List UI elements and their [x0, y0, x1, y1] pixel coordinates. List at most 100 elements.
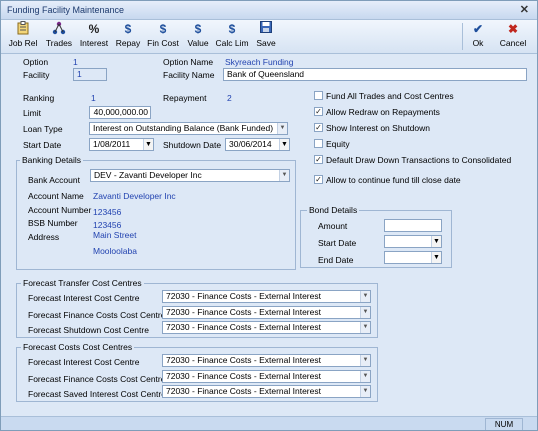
fc-finance-select[interactable]: 72030 - Finance Costs - External Interes… — [162, 370, 371, 383]
toolbar-separator — [462, 23, 463, 50]
start-date-picker[interactable]: 1/08/2011 ▼ — [89, 138, 154, 151]
repay-button[interactable]: $ Repay — [113, 21, 143, 52]
address-line2-value: Mooloolaba — [93, 246, 137, 256]
bond-end-date-label: End Date — [318, 255, 354, 265]
account-number-value: 123456 — [93, 207, 122, 217]
clipboard-icon — [5, 21, 41, 37]
facility-name-field[interactable]: Bank of Queensland — [223, 68, 527, 81]
fund-all-checkbox[interactable] — [314, 91, 323, 100]
ok-button[interactable]: ✔ Ok — [465, 21, 491, 52]
chevron-down-icon[interactable]: ▼ — [431, 252, 441, 263]
calc-lim-label: Calc Lim — [215, 38, 249, 48]
fc-interest-value: 72030 - Finance Costs - External Interes… — [166, 355, 321, 365]
fc-interest-select[interactable]: 72030 - Finance Costs - External Interes… — [162, 354, 371, 367]
fc-saved-interest-value: 72030 - Finance Costs - External Interes… — [166, 386, 321, 396]
show-interest-checkbox[interactable]: ✓ — [314, 123, 323, 132]
trades-button[interactable]: Trades — [43, 21, 75, 52]
repayment-value: 2 — [227, 93, 232, 103]
shutdown-date-picker[interactable]: 30/06/2014 ▼ — [225, 138, 290, 151]
ranking-label: Ranking — [23, 93, 55, 103]
fc-interest-label: Forecast Interest Cost Centre — [28, 357, 140, 367]
account-name-label: Account Name — [28, 191, 84, 201]
cancel-button[interactable]: ✖ Cancel — [497, 21, 529, 52]
limit-field[interactable]: 40,000,000.00 — [89, 106, 151, 119]
shutdown-date-label: Shutdown Date — [163, 140, 222, 150]
chevron-down-icon[interactable]: ▼ — [360, 307, 370, 318]
default-draw-down-label: Default Draw Down Transactions to Consol… — [326, 155, 512, 165]
allow-redraw-checkbox[interactable]: ✓ — [314, 107, 323, 116]
start-date-label: Start Date — [23, 140, 62, 150]
ok-label: Ok — [472, 38, 484, 48]
dollar-icon: $ — [124, 22, 132, 36]
chevron-down-icon[interactable]: ▼ — [431, 236, 441, 247]
equity-checkbox[interactable] — [314, 139, 323, 148]
close-window-icon[interactable]: ✕ — [520, 3, 529, 16]
fund-all-label: Fund All Trades and Cost Centres — [326, 91, 454, 101]
shutdown-date-value: 30/06/2014 — [229, 139, 272, 149]
forecast-transfer-title: Forecast Transfer Cost Centres — [21, 278, 144, 288]
bond-start-date-picker[interactable]: ▼ — [384, 235, 442, 248]
chevron-down-icon[interactable]: ▼ — [360, 386, 370, 397]
trades-label: Trades — [45, 38, 73, 48]
fc-saved-interest-select[interactable]: 72030 - Finance Costs - External Interes… — [162, 385, 371, 398]
ft-interest-select[interactable]: 72030 - Finance Costs - External Interes… — [162, 290, 371, 303]
cancel-x-icon: ✖ — [507, 22, 519, 36]
account-number-label: Account Number — [28, 205, 92, 215]
chevron-down-icon[interactable]: ▼ — [279, 139, 289, 150]
interest-label: Interest — [79, 38, 109, 48]
bank-account-label: Bank Account — [28, 175, 80, 185]
address-label: Address — [28, 232, 60, 242]
chevron-down-icon[interactable]: ▼ — [360, 355, 370, 366]
ranking-value: 1 — [91, 93, 96, 103]
bsb-number-value: 123456 — [93, 220, 122, 230]
bond-start-date-label: Start Date — [318, 238, 357, 248]
chevron-down-icon[interactable]: ▼ — [360, 291, 370, 302]
fin-cost-button[interactable]: $ Fin Cost — [145, 21, 181, 52]
percent-icon: % — [88, 22, 100, 36]
equity-label: Equity — [326, 139, 350, 149]
save-label: Save — [256, 38, 276, 48]
chevron-down-icon[interactable]: ▼ — [277, 123, 287, 134]
funding-facility-window: Funding Facility Maintenance ✕ Job Rel T… — [0, 0, 538, 431]
option-name-label: Option Name — [163, 57, 214, 67]
banking-details-title: Banking Details — [20, 155, 84, 165]
loan-type-select[interactable]: Interest on Outstanding Balance (Bank Fu… — [89, 122, 288, 135]
repay-label: Repay — [115, 38, 141, 48]
chevron-down-icon[interactable]: ▼ — [360, 371, 370, 382]
ft-finance-label: Forecast Finance Costs Cost Centre — [28, 310, 166, 320]
forecast-costs-title: Forecast Costs Cost Centres — [21, 342, 135, 352]
address-line1-value: Main Street — [93, 230, 137, 240]
chevron-down-icon[interactable]: ▼ — [143, 139, 153, 150]
start-date-value: 1/08/2011 — [93, 139, 131, 149]
ft-finance-select[interactable]: 72030 - Finance Costs - External Interes… — [162, 306, 371, 319]
fc-finance-value: 72030 - Finance Costs - External Interes… — [166, 371, 321, 381]
allow-redraw-label: Allow Redraw on Repayments — [326, 107, 440, 117]
interest-button[interactable]: % Interest — [77, 21, 111, 52]
allow-continue-fund-checkbox[interactable]: ✓ — [314, 175, 323, 184]
limit-label: Limit — [23, 108, 41, 118]
fc-saved-interest-label: Forecast Saved Interest Cost Centre — [28, 389, 166, 399]
cancel-label: Cancel — [499, 38, 527, 48]
bond-amount-field[interactable] — [384, 219, 442, 232]
ft-shutdown-select[interactable]: 72030 - Finance Costs - External Interes… — [162, 321, 371, 334]
chevron-down-icon[interactable]: ▼ — [360, 322, 370, 333]
ft-interest-value: 72030 - Finance Costs - External Interes… — [166, 291, 321, 301]
fc-finance-label: Forecast Finance Costs Cost Centre — [28, 374, 166, 384]
default-draw-down-checkbox[interactable]: ✓ — [314, 155, 323, 164]
show-interest-label: Show Interest on Shutdown — [326, 123, 430, 133]
ft-finance-value: 72030 - Finance Costs - External Interes… — [166, 307, 321, 317]
bond-end-date-picker[interactable]: ▼ — [384, 251, 442, 264]
value-button[interactable]: $ Value — [183, 21, 213, 52]
option-name-value: Skyreach Funding — [225, 57, 294, 67]
hierarchy-icon — [43, 21, 75, 37]
save-button[interactable]: Save — [253, 21, 279, 52]
bank-account-select[interactable]: DEV - Zavanti Developer Inc ▼ — [90, 169, 290, 182]
job-rel-button[interactable]: Job Rel — [5, 21, 41, 52]
ft-shutdown-label: Forecast Shutdown Cost Centre — [28, 325, 149, 335]
facility-label: Facility — [23, 70, 50, 80]
ft-shutdown-value: 72030 - Finance Costs - External Interes… — [166, 322, 321, 332]
bond-details-title: Bond Details — [307, 205, 360, 215]
calc-lim-button[interactable]: $ Calc Lim — [214, 21, 250, 52]
loan-type-label: Loan Type — [23, 124, 63, 134]
chevron-down-icon[interactable]: ▼ — [279, 170, 289, 181]
